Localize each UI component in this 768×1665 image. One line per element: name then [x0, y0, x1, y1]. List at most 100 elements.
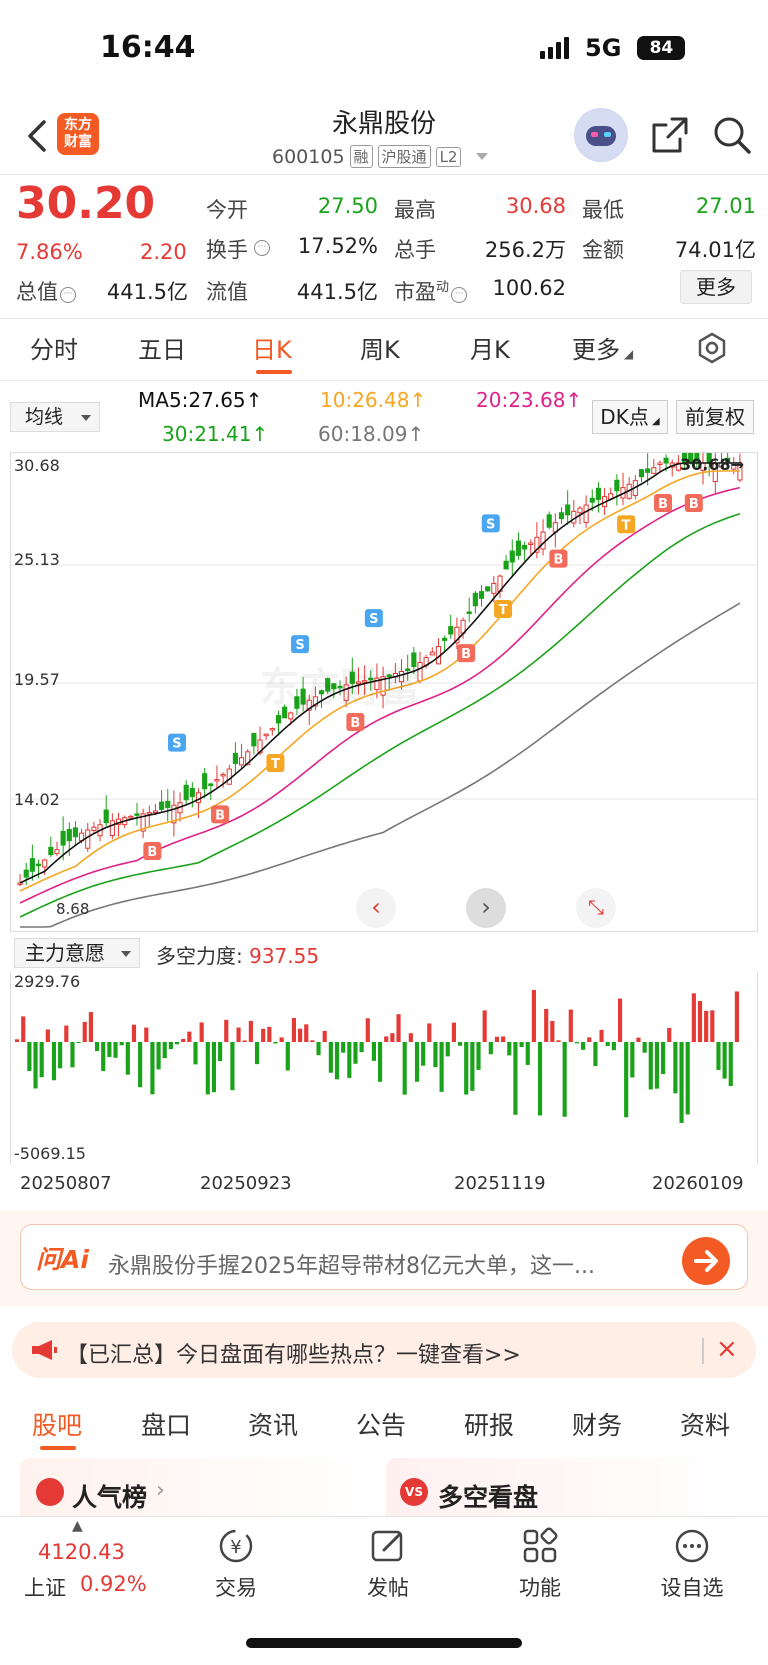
tab-forum[interactable]: 股吧 [32, 1406, 82, 1442]
y-label: 19.57 [14, 670, 60, 689]
indicator-bar [439, 1042, 444, 1092]
sell-marker[interactable]: S [167, 733, 186, 752]
candle-body [85, 829, 91, 849]
indicator-select[interactable]: 主力意愿 [14, 938, 140, 968]
tab-weekly-k[interactable]: 周K [360, 330, 400, 365]
indicator-bar [519, 1042, 524, 1048]
candle-body [60, 830, 66, 846]
sell-marker[interactable]: S [481, 514, 500, 533]
candle-body [577, 507, 583, 514]
indicator-bar [427, 1023, 432, 1042]
quote-label: 换手 [206, 238, 248, 262]
indicator-bar [82, 1021, 87, 1042]
trade-icon[interactable]: ¥ [216, 1526, 256, 1566]
buy-marker[interactable]: B [457, 644, 476, 663]
trade-marker[interactable]: T [266, 754, 285, 773]
candle-body [220, 773, 226, 777]
buy-marker[interactable]: B [654, 494, 673, 512]
battery-icon: 84 [637, 36, 686, 60]
chart-next-button[interactable]: › [466, 888, 506, 928]
indicator-bar [181, 1038, 186, 1042]
tab-research[interactable]: 研报 [464, 1406, 514, 1442]
candle-body [189, 787, 195, 797]
stock-code: 600105 [272, 145, 345, 168]
ai-prompt-text[interactable]: 永鼎股份手握2025年超导带材8亿元大单，这一... [108, 1248, 668, 1280]
sell-marker[interactable]: S [364, 609, 383, 628]
index-up-icon: ▲ [72, 1518, 83, 1534]
stock-code-row[interactable]: 600105 融 沪股通 L2 [272, 145, 489, 168]
tab-orderbook[interactable]: 盘口 [141, 1406, 191, 1442]
tab-more[interactable]: 更多 ◢ [572, 330, 633, 365]
pe-value: 100.62 [492, 276, 566, 300]
dk-point-button[interactable]: DK点 ◢ [592, 400, 668, 434]
nav-trade[interactable]: 交易 [186, 1572, 286, 1602]
candle-body [429, 651, 435, 656]
indicator-bar [617, 998, 623, 1042]
fullscreen-icon[interactable]: ⤡ [576, 888, 616, 928]
post-icon[interactable] [368, 1526, 408, 1566]
candle-body [503, 560, 509, 570]
quote-label: 最高 [394, 198, 436, 222]
buy-marker[interactable]: B [211, 805, 230, 824]
tab-daily-k[interactable]: 日K [252, 330, 292, 365]
search-icon[interactable] [712, 115, 752, 155]
close-icon[interactable]: × [716, 1334, 738, 1364]
sell-marker[interactable]: S [291, 635, 310, 654]
buy-marker[interactable]: B [684, 494, 703, 512]
nav-add-watchlist[interactable]: 设自选 [642, 1572, 742, 1602]
margin-tag: 融 [349, 145, 373, 168]
indicator-chart[interactable] [10, 972, 758, 1164]
indicator-bar [334, 1042, 340, 1080]
ai-go-button[interactable] [682, 1237, 730, 1285]
indicator-bar [218, 1042, 223, 1062]
nav-functions[interactable]: 功能 [490, 1572, 590, 1602]
max-price-marker: 30.68→ [680, 455, 745, 474]
indicator-bar [728, 1042, 733, 1087]
signal-icon [540, 37, 569, 59]
ma-select[interactable]: 均线 [10, 402, 100, 432]
more-button[interactable]: 更多 [680, 270, 752, 304]
nav-post[interactable]: 发帖 [338, 1572, 438, 1602]
tab-profile[interactable]: 资料 [680, 1406, 730, 1442]
indicator-bar [119, 1042, 124, 1046]
gear-icon[interactable] [696, 332, 728, 364]
share-icon[interactable] [650, 115, 690, 155]
indicator-bar [722, 1042, 727, 1079]
trade-marker[interactable]: T [494, 599, 513, 618]
index-pct[interactable]: 0.92% [80, 1572, 147, 1596]
indicator-bar [205, 1042, 210, 1095]
ai-assistant-avatar[interactable] [574, 108, 628, 162]
chevron-right-icon: › [156, 1478, 165, 1503]
buy-marker[interactable]: B [549, 549, 568, 568]
indicator-bar [33, 1042, 38, 1089]
candle-body [165, 800, 171, 808]
tab-monthly-k[interactable]: 月K [470, 330, 510, 365]
buy-marker[interactable]: B [346, 712, 365, 731]
indicator-bar [285, 1042, 290, 1071]
tab-five-day[interactable]: 五日 [138, 330, 186, 365]
tab-announcements[interactable]: 公告 [356, 1406, 406, 1442]
adjust-button[interactable]: 前复权 [676, 400, 754, 434]
candle-body [91, 826, 97, 831]
trade-marker[interactable]: T [617, 515, 636, 534]
indicator-bar [494, 1036, 500, 1042]
candle-body [515, 540, 522, 556]
buy-marker[interactable]: B [143, 842, 162, 861]
candle-body [509, 550, 515, 563]
tab-intraday[interactable]: 分时 [30, 330, 78, 365]
indicator-bar [697, 1000, 703, 1042]
functions-icon[interactable] [520, 1526, 560, 1566]
tab-news[interactable]: 资讯 [248, 1406, 298, 1442]
tab-finance[interactable]: 财务 [572, 1406, 622, 1442]
index-name[interactable]: 上证 [24, 1572, 66, 1602]
watermark: 东方财富 [260, 665, 420, 711]
svg-text:S: S [295, 638, 304, 653]
divider [702, 1338, 704, 1364]
index-value[interactable]: 4120.43 [38, 1540, 125, 1564]
candle-body [651, 467, 657, 474]
chart-prev-button[interactable]: ‹ [356, 888, 396, 928]
indicator-bar [544, 1009, 549, 1042]
indicator-bar [21, 1016, 26, 1042]
info-icon[interactable]: ··· [254, 240, 270, 256]
watchlist-icon[interactable] [672, 1526, 712, 1566]
